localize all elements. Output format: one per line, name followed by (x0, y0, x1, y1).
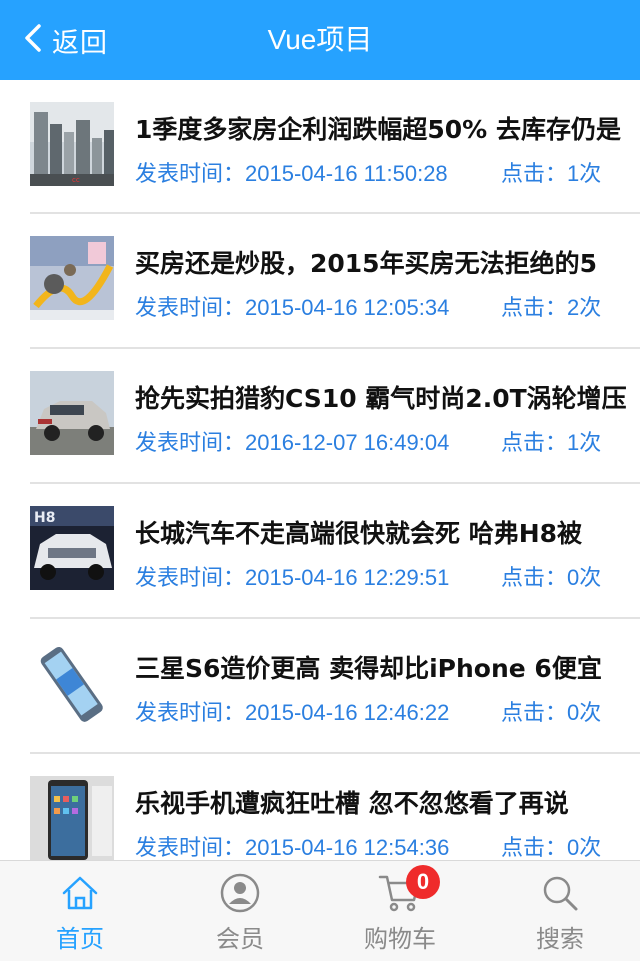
news-title: 1季度多家房企利润跌幅超50% 去库存仍是 (135, 115, 621, 144)
news-title: 抢先实拍猎豹CS10 霸气时尚2.0T涡轮增压 (135, 384, 627, 413)
news-thumbnail-silver-suv (30, 371, 114, 455)
publish-time: 2015-04-16 12:54:36 (245, 835, 450, 860)
clicks-label: 点击： (501, 430, 568, 455)
news-item[interactable]: 抢先实拍猎豹CS10 霸气时尚2.0T涡轮增压 发表时间：2016-12-07 … (30, 349, 640, 484)
publish-time: 2015-04-16 12:29:51 (245, 565, 450, 590)
tab-search-label: 搜索 (536, 926, 584, 953)
clicks-label: 点击： (501, 161, 568, 186)
tab-home-label: 首页 (56, 926, 104, 953)
news-title: 买房还是炒股，2015年买房无法拒绝的5 (135, 249, 597, 278)
back-button[interactable]: 返回 (22, 0, 108, 80)
publish-time-label: 发表时间： (135, 295, 246, 320)
clicks-count: 1次 (567, 161, 602, 186)
clicks-label: 点击： (501, 835, 568, 860)
clicks-label: 点击： (501, 295, 568, 320)
news-meta: 发表时间：2016-12-07 16:49:04 点击：1次 (135, 425, 640, 457)
publish-time-label: 发表时间： (135, 700, 246, 725)
tab-home[interactable]: 首页 (0, 861, 160, 961)
news-item[interactable]: 三星S6造价更高 卖得却比iPhone 6便宜 发表时间：2015-04-16 … (30, 619, 640, 754)
publish-time-label: 发表时间： (135, 430, 246, 455)
news-meta: 发表时间：2015-04-16 12:05:34 点击：2次 (135, 290, 640, 322)
news-title: 乐视手机遭疯狂吐槽 忽不忽悠看了再说 (135, 789, 569, 818)
clicks-count: 2次 (567, 295, 602, 320)
back-label: 返回 (52, 27, 108, 58)
svg-text:cc: cc (72, 176, 80, 184)
news-meta: 发表时间：2015-04-16 12:54:36 点击：0次 (135, 830, 640, 860)
cart-count-badge: 0 (406, 865, 440, 899)
clicks-count: 0次 (567, 700, 602, 725)
clicks-label: 点击： (501, 700, 568, 725)
publish-time: 2015-04-16 12:05:34 (245, 295, 450, 320)
news-item[interactable]: 乐视手机遭疯狂吐槽 忽不忽悠看了再说 发表时间：2015-04-16 12:54… (30, 754, 640, 860)
publish-time: 2016-12-07 16:49:04 (245, 430, 450, 455)
clicks-count: 1次 (567, 430, 602, 455)
publish-time: 2015-04-16 11:50:28 (245, 161, 448, 186)
news-list: cc 1季度多家房企利润跌幅超50% 去库存仍是 发表时间：2015-04-16… (0, 80, 640, 860)
tab-cart[interactable]: 0 购物车 (320, 861, 480, 961)
clicks-count: 0次 (567, 565, 602, 590)
tab-search[interactable]: 搜索 (480, 861, 640, 961)
news-thumbnail-white-suv: H8 (30, 506, 114, 590)
chevron-left-icon (22, 23, 44, 58)
news-title: 长城汽车不走高端很快就会死 哈弗H8被 (135, 519, 583, 548)
header-bar: 返回 Vue项目 (0, 0, 640, 80)
news-meta: 发表时间：2015-04-16 12:29:51 点击：0次 (135, 560, 640, 592)
news-thumbnail-buildings: cc (30, 102, 114, 186)
news-thumbnail-money-cartoon (30, 236, 114, 320)
bottom-tab-bar: 首页 会员 0 购物车 搜索 (0, 860, 640, 961)
tab-member-label: 会员 (216, 926, 264, 953)
publish-time-label: 发表时间： (135, 835, 246, 860)
publish-time-label: 发表时间： (135, 161, 246, 186)
news-item[interactable]: 买房还是炒股，2015年买房无法拒绝的5 发表时间：2015-04-16 12:… (30, 214, 640, 349)
news-meta: 发表时间：2015-04-16 12:46:22 点击：0次 (135, 695, 640, 727)
news-meta: 发表时间：2015-04-16 11:50:28 点击：1次 (135, 156, 640, 188)
news-title: 三星S6造价更高 卖得却比iPhone 6便宜 (135, 654, 602, 683)
news-thumbnail-phone-front (30, 776, 114, 860)
clicks-count: 0次 (567, 835, 602, 860)
publish-time: 2015-04-16 12:46:22 (245, 700, 450, 725)
publish-time-label: 发表时间： (135, 565, 246, 590)
tab-cart-label: 购物车 (364, 926, 436, 953)
clicks-label: 点击： (501, 565, 568, 590)
news-thumbnail-phone-edge (30, 641, 114, 725)
tab-member[interactable]: 会员 (160, 861, 320, 961)
svg-text:H8: H8 (34, 510, 55, 526)
news-item[interactable]: H8 长城汽车不走高端很快就会死 哈弗H8被 发表时间：2015-04-16 1… (30, 484, 640, 619)
news-item[interactable]: cc 1季度多家房企利润跌幅超50% 去库存仍是 发表时间：2015-04-16… (30, 80, 640, 214)
